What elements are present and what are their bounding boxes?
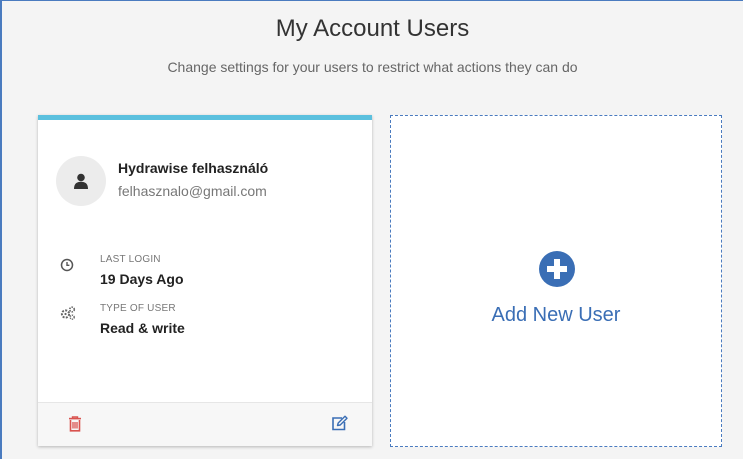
- user-icon: [74, 173, 88, 189]
- user-name: Hydrawise felhasználó: [118, 160, 269, 176]
- card-footer: [38, 402, 372, 446]
- plus-circle-icon: [538, 250, 576, 293]
- add-new-user-card[interactable]: Add New User: [390, 115, 722, 447]
- user-card: Hydrawise felhasználó felhasznalo@gmail.…: [38, 115, 372, 446]
- add-new-user-label: Add New User: [491, 304, 621, 326]
- user-type-value: Read & write: [100, 320, 185, 336]
- page-title: My Account Users: [275, 15, 470, 42]
- clock-icon: [60, 258, 74, 277]
- edit-user-button[interactable]: [331, 415, 348, 436]
- delete-user-button[interactable]: [68, 416, 82, 437]
- avatar: [56, 156, 106, 206]
- user-type-label: TYPE OF USER: [100, 303, 176, 314]
- last-login-label: LAST LOGIN: [100, 254, 161, 265]
- page-subtitle: Change settings for your users to restri…: [167, 59, 578, 75]
- edit-icon: [332, 415, 348, 431]
- user-email: felhasznalo@gmail.com: [118, 183, 267, 199]
- gears-icon: [60, 305, 76, 326]
- last-login-value: 19 Days Ago: [100, 271, 184, 287]
- trash-icon: [69, 416, 81, 432]
